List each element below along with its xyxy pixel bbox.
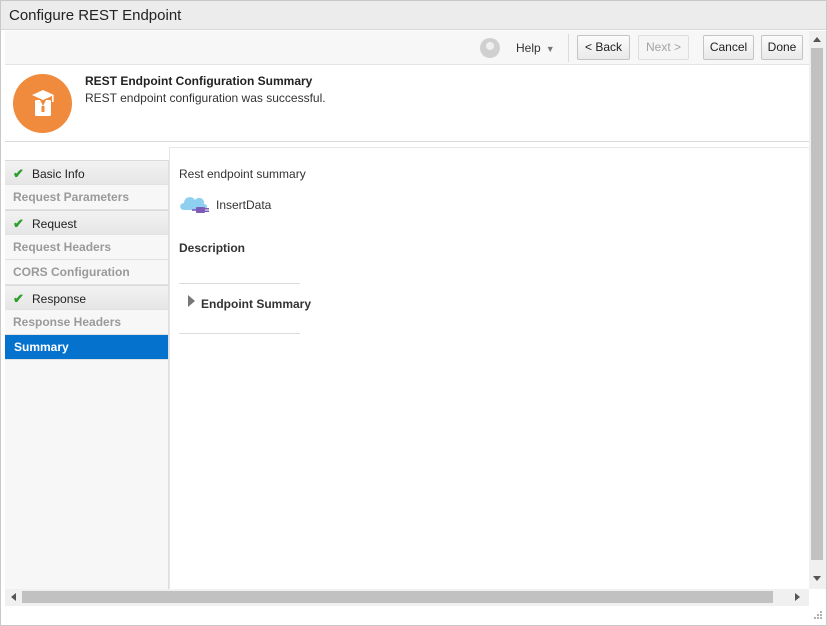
summary-badge <box>13 74 72 133</box>
sidebar-item-basic-info[interactable]: ✔ Basic Info <box>5 160 168 185</box>
dialog-title: Configure REST Endpoint <box>9 7 182 24</box>
dialog-body: Help ▼ < Back Next > Cancel Done REST End… <box>5 31 809 589</box>
help-menu[interactable]: Help ▼ <box>516 41 555 55</box>
chevron-down-icon: ▼ <box>545 44 555 54</box>
sidebar-item-response[interactable]: ✔ Response <box>5 285 168 310</box>
endpoint-summary-heading: Rest endpoint summary <box>179 167 306 181</box>
disclosure-triangle-icon[interactable] <box>188 295 195 307</box>
sidebar-item-cors-configuration[interactable]: CORS Configuration <box>5 260 168 285</box>
cancel-button[interactable]: Cancel <box>703 35 754 60</box>
resize-grip-icon[interactable] <box>813 610 823 620</box>
summary-content-panel: Rest endpoint summary InsertData Descrip… <box>169 147 809 589</box>
sidebar-item-label: Basic Info <box>32 167 85 181</box>
configure-rest-endpoint-dialog: Configure REST Endpoint Help ▼ < Back Nex… <box>0 0 827 626</box>
sidebar-item-request-parameters[interactable]: Request Parameters <box>5 185 168 210</box>
divider <box>179 283 300 284</box>
sidebar-item-label: Response <box>32 292 87 306</box>
summary-header: REST Endpoint Configuration Summary REST… <box>5 66 809 142</box>
dialog-titlebar: Configure REST Endpoint <box>1 1 826 30</box>
scroll-up-arrow-icon[interactable] <box>813 37 821 42</box>
wizard-steps-sidebar: ✔ Basic Info Request Parameters ✔ Request … <box>5 160 169 589</box>
sidebar-item-label: Request <box>32 217 77 231</box>
scroll-right-arrow-icon[interactable] <box>795 593 800 601</box>
sidebar-item-request[interactable]: ✔ Request <box>5 210 168 235</box>
wizard-toolbar: Help ▼ < Back Next > Cancel Done <box>5 31 809 65</box>
scroll-left-arrow-icon[interactable] <box>11 593 16 601</box>
check-icon: ✔ <box>13 291 24 306</box>
done-button[interactable]: Done <box>761 35 803 60</box>
endpoint-summary-toggle[interactable]: Endpoint Summary <box>201 297 311 311</box>
user-avatar-icon[interactable] <box>480 38 500 58</box>
help-label: Help <box>516 41 541 55</box>
sidebar-item-summary[interactable]: Summary <box>5 335 168 360</box>
description-label: Description <box>179 241 246 255</box>
back-button[interactable]: < Back <box>577 35 630 60</box>
next-button[interactable]: Next > <box>638 35 689 60</box>
check-icon: ✔ <box>13 216 24 231</box>
toolbar-divider <box>568 34 569 62</box>
endpoint-name: InsertData <box>216 198 272 212</box>
horizontal-scrollbar[interactable] <box>5 589 809 606</box>
horizontal-scroll-thumb[interactable] <box>22 591 773 603</box>
cloud-plug-icon <box>180 197 209 213</box>
summary-message: REST endpoint configuration was successf… <box>85 91 326 105</box>
summary-title: REST Endpoint Configuration Summary <box>85 74 313 88</box>
sidebar-item-request-headers[interactable]: Request Headers <box>5 235 168 260</box>
vertical-scrollbar[interactable] <box>809 31 826 589</box>
graduation-cap-icon <box>32 90 54 116</box>
sidebar-item-response-headers[interactable]: Response Headers <box>5 310 168 335</box>
scroll-down-arrow-icon[interactable] <box>813 576 821 581</box>
divider <box>179 333 300 334</box>
check-icon: ✔ <box>13 166 24 181</box>
vertical-scroll-thumb[interactable] <box>811 48 823 560</box>
